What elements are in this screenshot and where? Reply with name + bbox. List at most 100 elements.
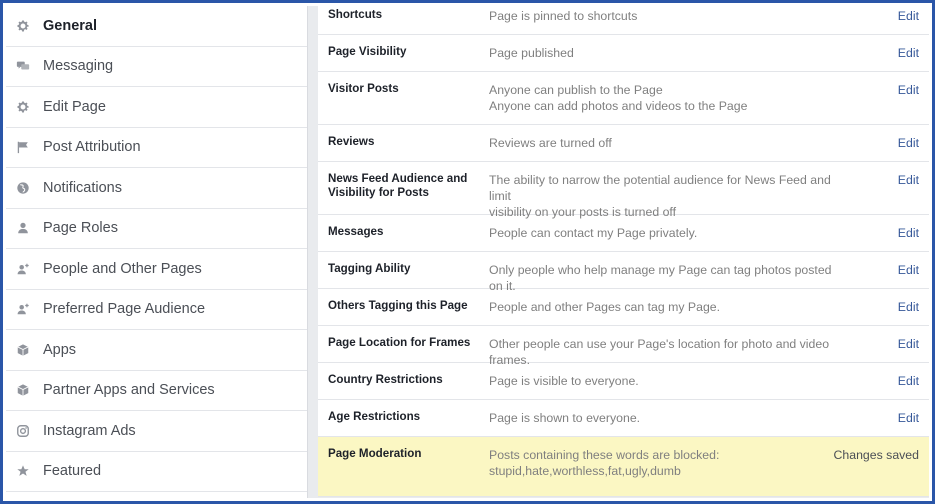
setting-row-page-location-for-frames: Page Location for Frames Other people can…	[318, 326, 929, 367]
setting-description: Other people can use your Page's locatio…	[489, 336, 839, 367]
setting-description-line: Page is visible to everyone.	[489, 374, 639, 388]
setting-description: Only people who help manage my Page can …	[489, 262, 839, 293]
setting-name: Country Restrictions	[328, 373, 443, 386]
setting-description-line: Page is pinned to shortcuts	[489, 9, 638, 23]
changes-saved-status: Changes saved	[833, 448, 919, 462]
cube-icon	[15, 382, 31, 398]
chat-bubbles-icon	[15, 58, 31, 74]
setting-description: People and other Pages can tag my Page.	[489, 299, 839, 325]
sidebar-item-people-and-other-pages[interactable]: People and Other Pages	[6, 249, 307, 290]
setting-description-line: People can contact my Page privately.	[489, 226, 698, 240]
sidebar-item-apps[interactable]: Apps	[6, 330, 307, 371]
settings-main: Shortcuts Page is pinned to shortcuts Edit…	[318, 6, 929, 498]
setting-name: Page Visibility	[328, 45, 407, 58]
edit-link-others-tagging-this-page[interactable]: Edit	[839, 299, 929, 325]
sidebar-item-edit-page[interactable]: Edit Page	[6, 87, 307, 128]
setting-description-line: visibility on your posts is turned off	[489, 205, 677, 219]
setting-name: Visitor Posts	[328, 82, 399, 95]
setting-description: Posts containing these words are blocked…	[489, 447, 819, 496]
gear-icon	[15, 99, 31, 115]
edit-link-tagging-ability[interactable]: Edit	[839, 262, 929, 288]
sidebar-item-notifications[interactable]: Notifications	[6, 168, 307, 209]
setting-name: Others Tagging this Page	[328, 299, 468, 312]
setting-description-line: Page is shown to everyone.	[489, 411, 641, 425]
settings-sidebar: General Messaging Edit Page Post Attributio…	[6, 6, 308, 498]
sidebar-item-label: Page Roles	[43, 220, 118, 237]
sidebar-item-label: Messaging	[43, 58, 114, 75]
cube-icon	[15, 342, 31, 358]
sidebar-item-label: People and Other Pages	[43, 260, 202, 277]
setting-description-line: Other people can use your Page's locatio…	[489, 337, 830, 367]
instagram-icon	[15, 423, 31, 439]
setting-description: Page is visible to everyone.	[489, 373, 839, 399]
setting-description-line: Anyone can publish to the Page	[489, 83, 663, 97]
setting-row-country-restrictions: Country Restrictions Page is visible to e…	[318, 363, 929, 400]
setting-row-messages: Messages People can contact my Page priva…	[318, 215, 929, 252]
sidebar-item-label: Notifications	[43, 179, 122, 196]
setting-description-line: The ability to narrow the potential audi…	[489, 173, 831, 203]
sidebar-item-label: Edit Page	[43, 98, 106, 115]
edit-link-shortcuts[interactable]: Edit	[839, 8, 929, 34]
setting-description: Page is shown to everyone.	[489, 410, 839, 436]
sidebar-item-post-attribution[interactable]: Post Attribution	[6, 128, 307, 168]
setting-description: Page published	[489, 45, 839, 71]
edit-link-visitor-posts[interactable]: Edit	[839, 82, 929, 124]
setting-name: Messages	[328, 225, 384, 238]
setting-row-page-visibility: Page Visibility Page published Edit	[318, 35, 929, 72]
person-icon	[15, 220, 31, 236]
setting-description-line: Posts containing these words are blocked…	[489, 448, 720, 462]
setting-description-line: Only people who help manage my Page can …	[489, 263, 832, 293]
setting-name: Page Location for Frames	[328, 336, 471, 349]
setting-description: The ability to narrow the potential audi…	[489, 172, 839, 219]
sidebar-item-preferred-page-audience[interactable]: Preferred Page Audience	[6, 290, 307, 330]
person-add-icon	[15, 301, 31, 317]
setting-name: Reviews	[328, 135, 375, 148]
setting-row-reviews: Reviews Reviews are turned off Edit	[318, 125, 929, 162]
setting-description: Reviews are turned off	[489, 135, 839, 161]
sidebar-item-label: Preferred Page Audience	[43, 301, 206, 318]
sidebar-item-label: Partner Apps and Services	[43, 382, 215, 399]
sidebar-item-label: Featured	[43, 463, 102, 480]
setting-name: Page Moderation	[328, 447, 422, 460]
setting-row-visitor-posts: Visitor Posts Anyone can publish to the P…	[318, 72, 929, 125]
edit-link-news-feed-audience-and-visibility-for-posts[interactable]: Edit	[839, 172, 929, 214]
edit-link-country-restrictions[interactable]: Edit	[839, 373, 929, 399]
edit-link-reviews[interactable]: Edit	[839, 135, 929, 161]
setting-description: People can contact my Page privately.	[489, 225, 839, 251]
setting-row-shortcuts: Shortcuts Page is pinned to shortcuts Edit	[318, 6, 929, 35]
flag-icon	[15, 139, 31, 155]
edit-link-page-visibility[interactable]: Edit	[839, 45, 929, 71]
sidebar-item-label: Instagram Ads	[43, 422, 136, 439]
sidebar-item-featured[interactable]: Featured	[6, 452, 307, 492]
page-settings-window: General Messaging Edit Page Post Attributio…	[6, 6, 929, 498]
sidebar-item-instagram-ads[interactable]: Instagram Ads	[6, 411, 307, 452]
setting-name: Tagging Ability	[328, 262, 411, 275]
sidebar-item-partner-apps-and-services[interactable]: Partner Apps and Services	[6, 371, 307, 411]
edit-link-messages[interactable]: Edit	[839, 225, 929, 251]
edit-link-age-restrictions[interactable]: Edit	[839, 410, 929, 436]
setting-row-tagging-ability: Tagging Ability Only people who help mana…	[318, 252, 929, 293]
sidebar-item-label: Apps	[43, 341, 77, 358]
person-add-icon	[15, 261, 31, 277]
sidebar-item-label: General	[43, 17, 97, 34]
setting-row-page-moderation: Page Moderation Posts containing these wo…	[318, 437, 929, 497]
setting-name: News Feed Audience and Visibility for Po…	[328, 172, 468, 199]
globe-icon	[15, 180, 31, 196]
edit-link-page-location-for-frames[interactable]: Edit	[839, 336, 929, 362]
sidebar-item-general[interactable]: General	[6, 6, 307, 47]
sidebar-item-label: Post Attribution	[43, 139, 141, 156]
setting-description-line: Anyone can add photos and videos to the …	[489, 99, 748, 113]
setting-name: Age Restrictions	[328, 410, 421, 423]
star-icon	[15, 463, 31, 479]
setting-row-news-feed-audience-and-visibility-for-posts: News Feed Audience and Visibility for Po…	[318, 162, 929, 219]
setting-row-age-restrictions: Age Restrictions Page is shown to everyon…	[318, 400, 929, 437]
setting-description: Page is pinned to shortcuts	[489, 8, 839, 34]
setting-description-line: Reviews are turned off	[489, 136, 612, 150]
setting-name: Shortcuts	[328, 8, 383, 21]
setting-description-line: stupid,hate,worthless,fat,ugly,dumb	[489, 464, 681, 478]
sidebar-item-messaging[interactable]: Messaging	[6, 47, 307, 87]
sidebar-item-page-roles[interactable]: Page Roles	[6, 209, 307, 249]
setting-description: Anyone can publish to the Page Anyone can…	[489, 82, 839, 124]
gear-icon	[15, 18, 31, 34]
general-settings-list: Shortcuts Page is pinned to shortcuts Edit…	[318, 6, 929, 497]
